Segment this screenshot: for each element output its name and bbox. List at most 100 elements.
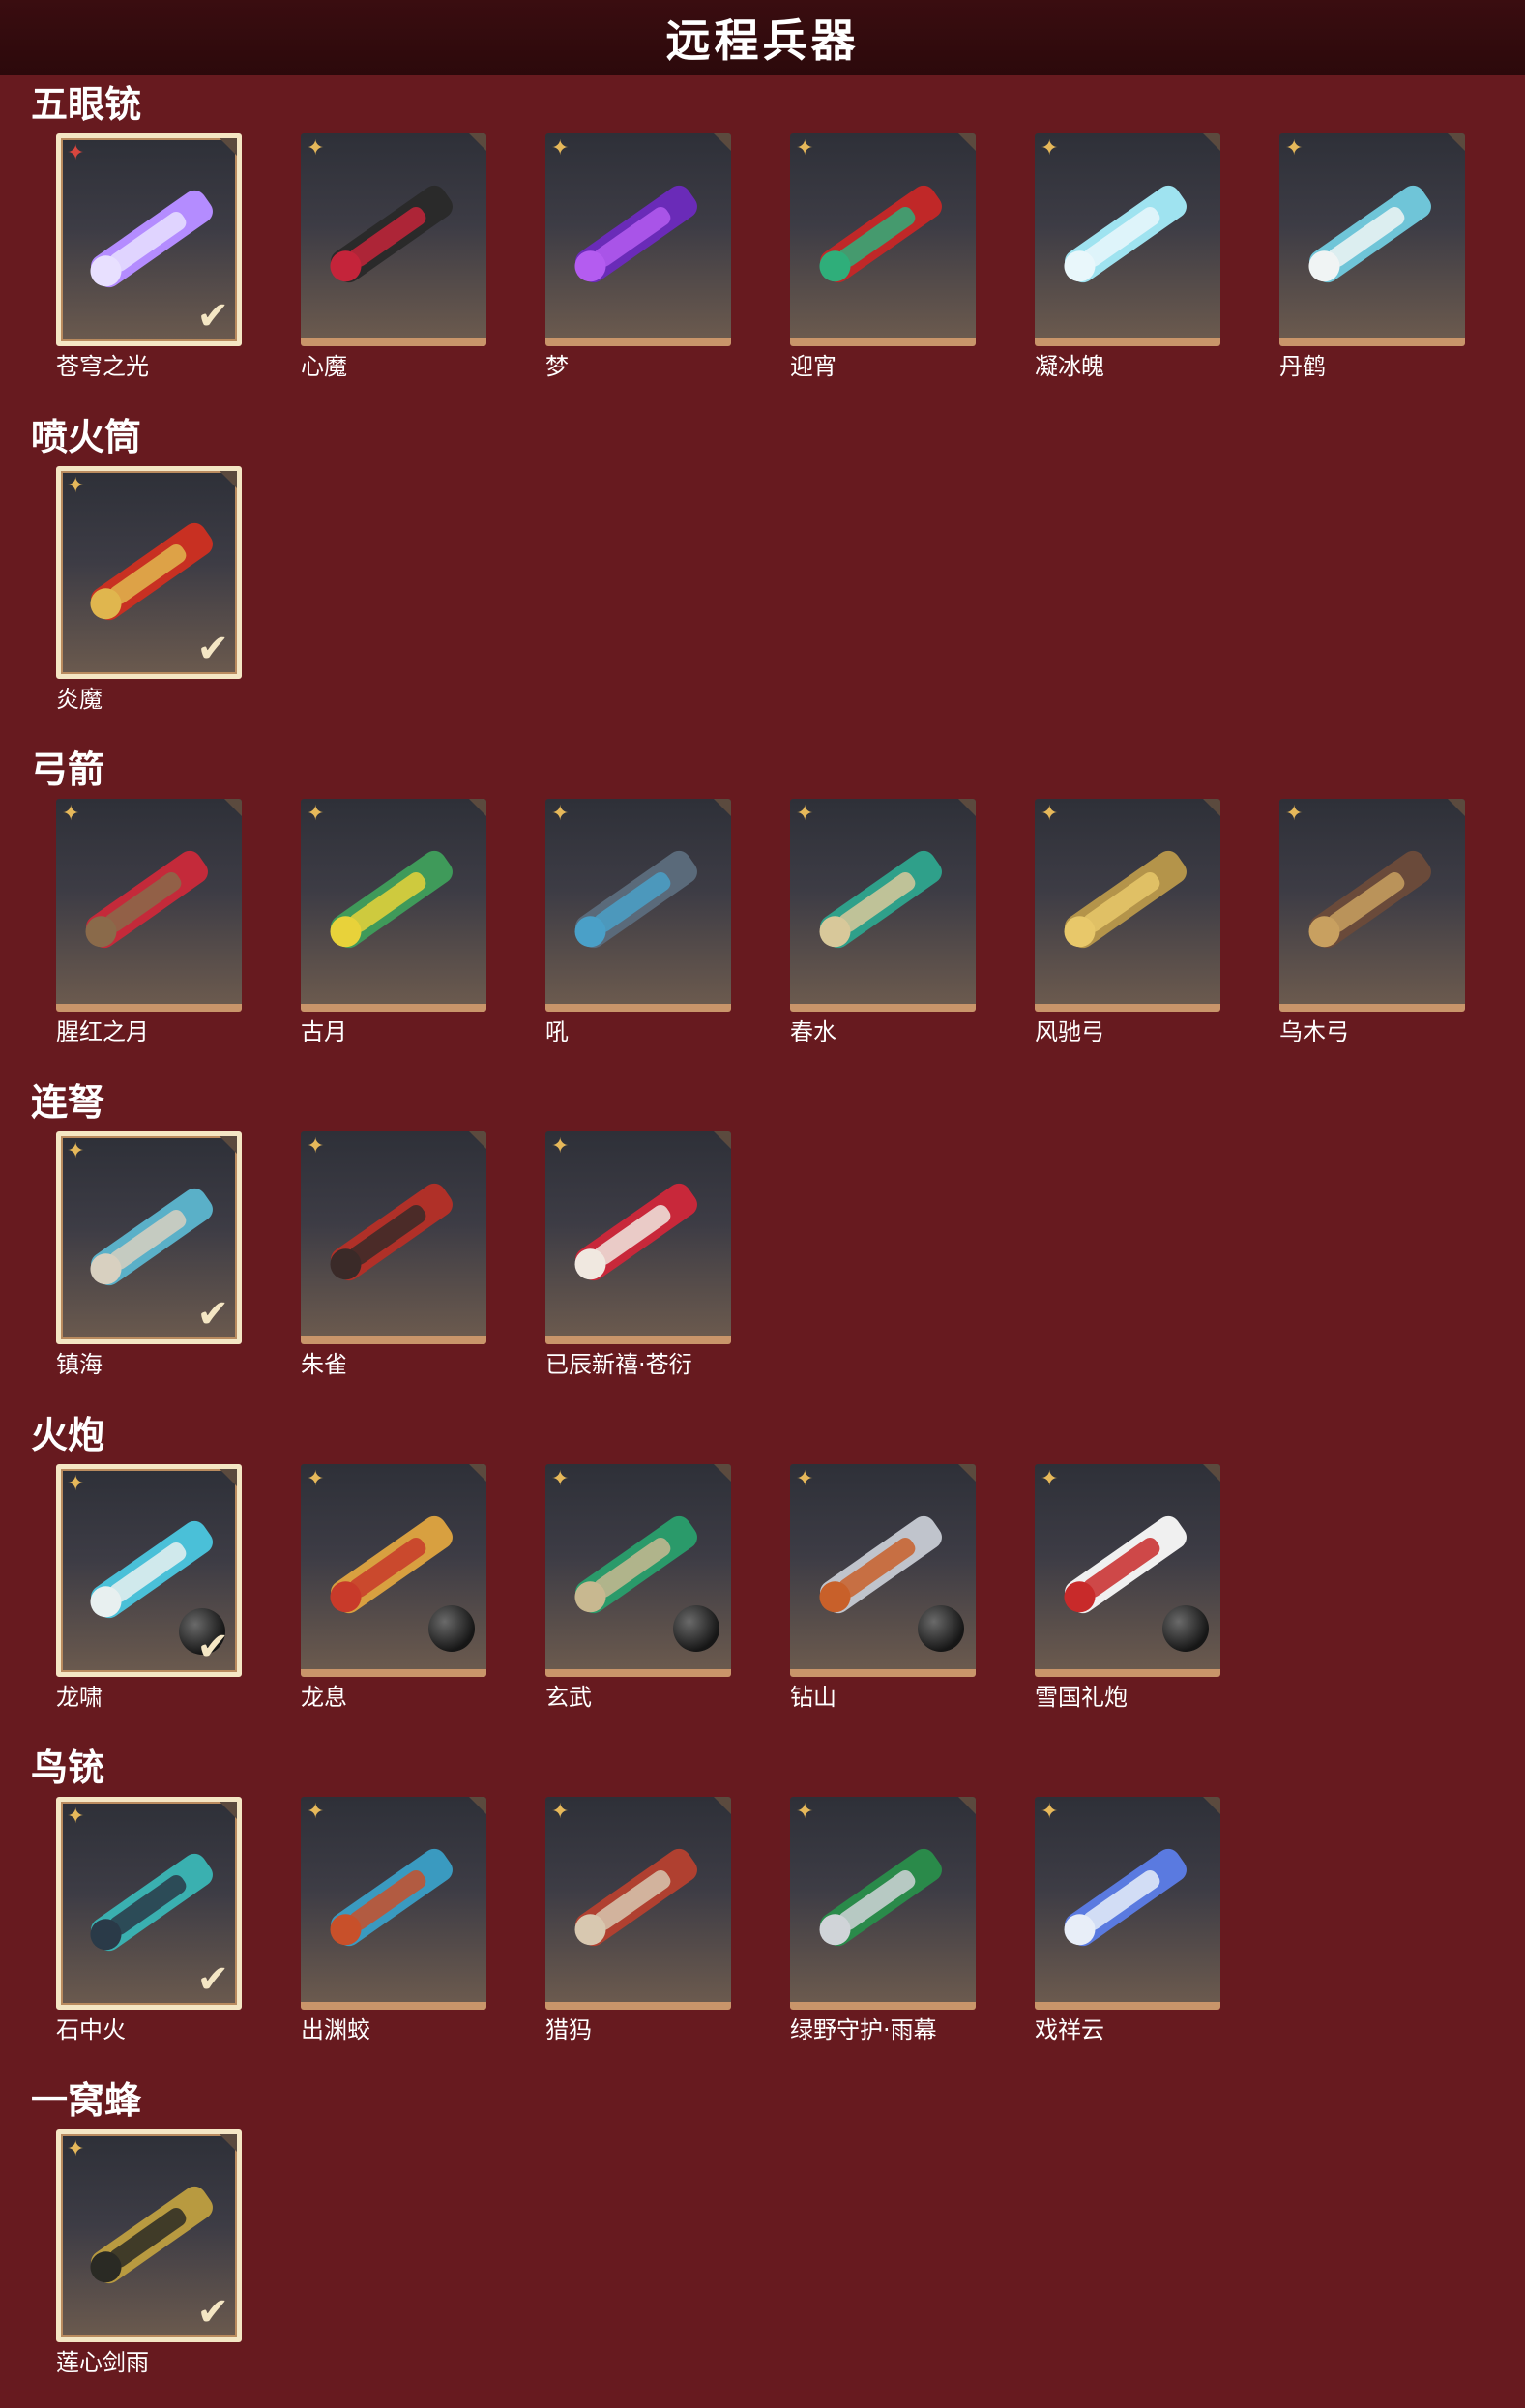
weapon-item[interactable]: ✦ 梦 xyxy=(545,133,735,387)
weapon-image xyxy=(314,832,469,967)
weapon-item[interactable]: ✦ 出渊蛟 xyxy=(301,1797,490,2050)
weapon-image xyxy=(74,504,229,639)
weapon-item[interactable]: ✦ 雪国礼炮 xyxy=(1035,1464,1224,1718)
gold-star-icon: ✦ xyxy=(307,802,325,826)
weapon-section: 一窝蜂 ✦ ✔ 莲心剑雨 xyxy=(0,2079,1525,2408)
weapon-card[interactable]: ✦ ✔ xyxy=(56,1464,242,1677)
gold-star-icon: ✦ xyxy=(1041,136,1059,161)
weapon-item[interactable]: ✦ 绿野守护·雨幕 xyxy=(790,1797,980,2050)
weapon-card[interactable]: ✦ ✔ xyxy=(56,133,242,346)
weapon-section: 火炮 ✦ ✔ 龙啸 ✦ 龙息 ✦ 玄武 ✦ 钻山 ✦ 雪国礼炮 xyxy=(0,1414,1525,1743)
weapon-item[interactable]: ✦ 已辰新禧·苍衍 xyxy=(545,1131,735,1385)
corner-tab-icon xyxy=(224,799,242,816)
weapon-item[interactable]: ✦ 风驰弓 xyxy=(1035,799,1224,1052)
weapon-image xyxy=(559,1830,714,1965)
weapon-card[interactable]: ✦ xyxy=(301,1464,486,1677)
header-bar: 远程兵器 xyxy=(0,0,1525,75)
weapon-section: 喷火筒 ✦ ✔ 炎魔 xyxy=(0,416,1525,745)
gold-star-icon: ✦ xyxy=(62,802,80,826)
corner-tab-icon xyxy=(1203,1797,1220,1814)
weapon-item[interactable]: ✦ 龙息 xyxy=(301,1464,490,1718)
weapon-name: 梦 xyxy=(545,353,569,380)
cannonball-icon xyxy=(918,1605,964,1652)
weapon-section: 鸟铳 ✦ ✔ 石中火 ✦ 出渊蛟 ✦ 猎犸 ✦ 绿野守护·雨幕 ✦ 戏祥云 xyxy=(0,1747,1525,2075)
weapon-item[interactable]: ✦ 戏祥云 xyxy=(1035,1797,1224,2050)
weapon-name: 风驰弓 xyxy=(1035,1018,1104,1045)
gold-star-icon: ✦ xyxy=(1285,136,1304,161)
weapon-item[interactable]: ✦ ✔ 苍穹之光 xyxy=(56,133,246,387)
weapon-name: 迎宵 xyxy=(790,353,836,380)
weapon-item[interactable]: ✦ 心魔 xyxy=(301,133,490,387)
weapon-card[interactable]: ✦ ✔ xyxy=(56,2129,242,2342)
weapon-name: 古月 xyxy=(301,1018,347,1045)
weapon-name: 苍穹之光 xyxy=(56,353,149,380)
gold-star-icon: ✦ xyxy=(67,474,85,498)
weapon-card[interactable]: ✦ xyxy=(56,799,242,1012)
weapon-card[interactable]: ✦ xyxy=(1279,133,1465,346)
weapon-image xyxy=(74,171,229,307)
weapon-name: 丹鹤 xyxy=(1279,353,1326,380)
weapon-card[interactable]: ✦ xyxy=(1035,133,1220,346)
weapon-item[interactable]: ✦ ✔ 炎魔 xyxy=(56,466,246,719)
weapon-card[interactable]: ✦ xyxy=(545,799,731,1012)
weapon-item[interactable]: ✦ ✔ 镇海 xyxy=(56,1131,246,1385)
weapon-card[interactable]: ✦ xyxy=(545,1131,731,1344)
weapon-name: 龙啸 xyxy=(56,1684,103,1711)
weapon-card[interactable]: ✦ xyxy=(1279,799,1465,1012)
weapon-card[interactable]: ✦ xyxy=(545,1464,731,1677)
weapon-section: 五眼铳 ✦ ✔ 苍穹之光 ✦ 心魔 ✦ 梦 ✦ 迎宵 ✦ 凝冰魄 ✦ 丹鹤 xyxy=(0,83,1525,412)
weapon-image xyxy=(1293,166,1448,302)
weapon-card[interactable]: ✦ ✔ xyxy=(56,1131,242,1344)
weapon-card[interactable]: ✦ xyxy=(1035,1797,1220,2010)
weapon-card[interactable]: ✦ xyxy=(301,1131,486,1344)
weapon-name: 乌木弓 xyxy=(1279,1018,1349,1045)
weapon-card[interactable]: ✦ ✔ xyxy=(56,1797,242,2010)
weapon-item[interactable]: ✦ 古月 xyxy=(301,799,490,1052)
weapon-image xyxy=(74,1835,229,1970)
weapon-card[interactable]: ✦ xyxy=(545,1797,731,2010)
weapon-item[interactable]: ✦ 吼 xyxy=(545,799,735,1052)
weapon-image xyxy=(1048,832,1203,967)
weapon-item[interactable]: ✦ 钻山 xyxy=(790,1464,980,1718)
weapon-item[interactable]: ✦ 玄武 xyxy=(545,1464,735,1718)
weapon-name: 吼 xyxy=(545,1018,569,1045)
weapon-item[interactable]: ✦ 凝冰魄 xyxy=(1035,133,1224,387)
gold-star-icon: ✦ xyxy=(1041,1467,1059,1491)
weapon-card[interactable]: ✦ xyxy=(1035,799,1220,1012)
weapon-card[interactable]: ✦ xyxy=(790,1797,976,2010)
weapon-item[interactable]: ✦ 朱雀 xyxy=(301,1131,490,1385)
weapon-card[interactable]: ✦ xyxy=(790,1464,976,1677)
section-title: 五眼铳 xyxy=(31,83,142,126)
red-star-icon: ✦ xyxy=(67,141,85,165)
corner-tab-icon xyxy=(714,1464,731,1482)
section-title: 鸟铳 xyxy=(31,1747,105,1789)
weapon-card[interactable]: ✦ xyxy=(301,799,486,1012)
weapon-item[interactable]: ✦ 乌木弓 xyxy=(1279,799,1469,1052)
weapon-item[interactable]: ✦ ✔ 莲心剑雨 xyxy=(56,2129,246,2383)
weapon-item[interactable]: ✦ ✔ 龙啸 xyxy=(56,1464,246,1718)
weapon-item[interactable]: ✦ 腥红之月 xyxy=(56,799,246,1052)
weapon-image xyxy=(314,1164,469,1300)
weapon-section: 弓箭 ✦ 腥红之月 ✦ 古月 ✦ 吼 ✦ 春水 ✦ 风驰弓 ✦ 乌木弓 xyxy=(0,749,1525,1077)
weapon-image xyxy=(559,166,714,302)
weapon-item[interactable]: ✦ 丹鹤 xyxy=(1279,133,1469,387)
gold-star-icon: ✦ xyxy=(67,2137,85,2161)
weapon-name: 镇海 xyxy=(56,1351,103,1378)
weapon-card[interactable]: ✦ xyxy=(545,133,731,346)
checkmark-icon: ✔ xyxy=(196,1292,229,1336)
weapon-card[interactable]: ✦ xyxy=(790,799,976,1012)
weapon-name: 春水 xyxy=(790,1018,836,1045)
weapon-card[interactable]: ✦ xyxy=(790,133,976,346)
weapon-card[interactable]: ✦ xyxy=(1035,1464,1220,1677)
weapon-image xyxy=(1293,832,1448,967)
weapon-image xyxy=(804,832,958,967)
weapon-item[interactable]: ✦ ✔ 石中火 xyxy=(56,1797,246,2050)
gold-star-icon: ✦ xyxy=(551,1467,570,1491)
weapon-card[interactable]: ✦ ✔ xyxy=(56,466,242,679)
weapon-card[interactable]: ✦ xyxy=(301,1797,486,2010)
weapon-card[interactable]: ✦ xyxy=(301,133,486,346)
weapon-item[interactable]: ✦ 迎宵 xyxy=(790,133,980,387)
weapon-item[interactable]: ✦ 春水 xyxy=(790,799,980,1052)
weapon-item[interactable]: ✦ 猎犸 xyxy=(545,1797,735,2050)
corner-tab-icon xyxy=(958,799,976,816)
